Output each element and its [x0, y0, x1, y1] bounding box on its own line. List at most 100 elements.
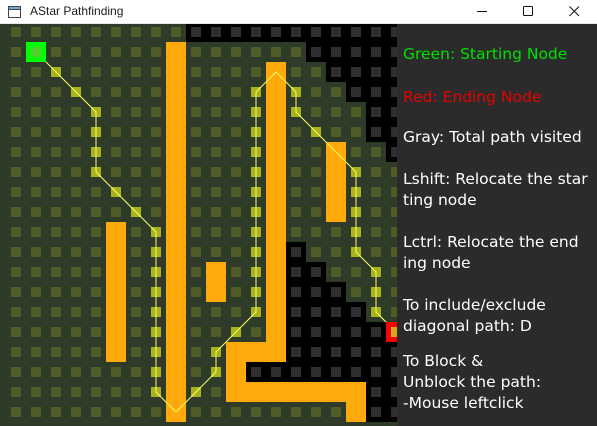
grid-node: [31, 407, 41, 417]
grid-node: [191, 327, 201, 337]
grid-node: [151, 407, 161, 417]
maximize-icon: [522, 6, 533, 16]
grid-node: [51, 127, 61, 137]
visited-node: [371, 127, 381, 137]
visited-node: [351, 27, 361, 37]
grid-node: [211, 247, 221, 257]
visited-node: [291, 327, 301, 337]
grid-node: [91, 287, 101, 297]
visited-node: [291, 347, 301, 357]
grid-node: [191, 267, 201, 277]
grid-node: [291, 67, 301, 77]
wall-node: [106, 302, 126, 322]
grid-node: [11, 107, 21, 117]
wall-node: [106, 342, 126, 362]
help-block: To Block & Unblock the path: -Mouse left…: [403, 352, 542, 412]
grid-node: [11, 387, 21, 397]
grid-node: [91, 207, 101, 217]
grid-node: [71, 207, 81, 217]
title-bar[interactable]: AStar Pathfinding: [0, 0, 597, 24]
grid-node: [11, 327, 21, 337]
grid-node: [211, 87, 221, 97]
visited-node: [291, 247, 301, 257]
grid-node: [31, 387, 41, 397]
visited-node: [331, 67, 341, 77]
grid-node: [211, 67, 221, 77]
grid-node: [191, 67, 201, 77]
grid-node: [31, 207, 41, 217]
grid-node: [231, 87, 241, 97]
grid-node: [331, 407, 341, 417]
visited-node: [371, 107, 381, 117]
minimize-button[interactable]: [459, 0, 505, 23]
grid-node: [331, 127, 341, 137]
grid-node: [371, 167, 381, 177]
grid-node: [211, 107, 221, 117]
grid-node: [311, 227, 321, 237]
maximize-button[interactable]: [505, 0, 551, 23]
help-lctrl: Lctrl: Relocate the end ing node: [403, 233, 579, 272]
close-button[interactable]: [551, 0, 597, 23]
grid-node: [351, 267, 361, 277]
grid-node: [331, 87, 341, 97]
wall-node: [166, 102, 186, 122]
grid-node: [131, 67, 141, 77]
info-panel: Green: Starting Node Red: Ending Node Gr…: [397, 24, 597, 426]
grid-node: [31, 327, 41, 337]
grid-node: [351, 127, 361, 137]
grid-node: [11, 47, 21, 57]
visited-node: [291, 367, 301, 377]
grid-node: [71, 127, 81, 137]
visited-node: [311, 367, 321, 377]
visited-node: [371, 387, 381, 397]
wall-node: [266, 202, 286, 222]
legend-start-node: Green: Starting Node: [403, 45, 568, 63]
grid-node: [11, 227, 21, 237]
wall-node: [166, 42, 186, 62]
grid-node: [151, 47, 161, 57]
grid-node: [91, 367, 101, 377]
visited-node: [351, 347, 361, 357]
wall-node: [326, 202, 346, 222]
grid-node: [271, 407, 281, 417]
grid-node: [251, 67, 261, 77]
grid-node: [251, 407, 261, 417]
grid-node: [91, 267, 101, 277]
grid-node: [51, 167, 61, 177]
grid-node: [131, 247, 141, 257]
grid-node: [311, 147, 321, 157]
wall-node: [266, 302, 286, 322]
wall-node: [266, 282, 286, 302]
pathfinding-grid[interactable]: [0, 24, 397, 426]
grid-node: [191, 227, 201, 237]
grid-canvas[interactable]: [0, 24, 397, 426]
wall-node: [246, 382, 266, 402]
grid-node: [251, 47, 261, 57]
visited-node: [331, 327, 341, 337]
grid-node: [231, 107, 241, 117]
grid-node: [71, 287, 81, 297]
grid-node: [91, 387, 101, 397]
grid-node: [71, 387, 81, 397]
grid-node: [31, 87, 41, 97]
grid-node: [31, 267, 41, 277]
grid-node: [231, 47, 241, 57]
grid-node: [211, 187, 221, 197]
grid-node: [131, 147, 141, 157]
grid-node: [131, 47, 141, 57]
wall-node: [166, 82, 186, 102]
grid-node: [51, 87, 61, 97]
wall-node: [166, 122, 186, 142]
visited-node: [351, 47, 361, 57]
grid-node: [191, 167, 201, 177]
visited-node: [271, 27, 281, 37]
grid-node: [231, 267, 241, 277]
grid-node: [291, 207, 301, 217]
visited-node: [211, 27, 221, 37]
grid-node: [351, 107, 361, 117]
grid-node: [371, 207, 381, 217]
grid-node: [371, 187, 381, 197]
visited-node: [311, 287, 321, 297]
grid-node: [311, 107, 321, 117]
grid-node: [31, 147, 41, 157]
